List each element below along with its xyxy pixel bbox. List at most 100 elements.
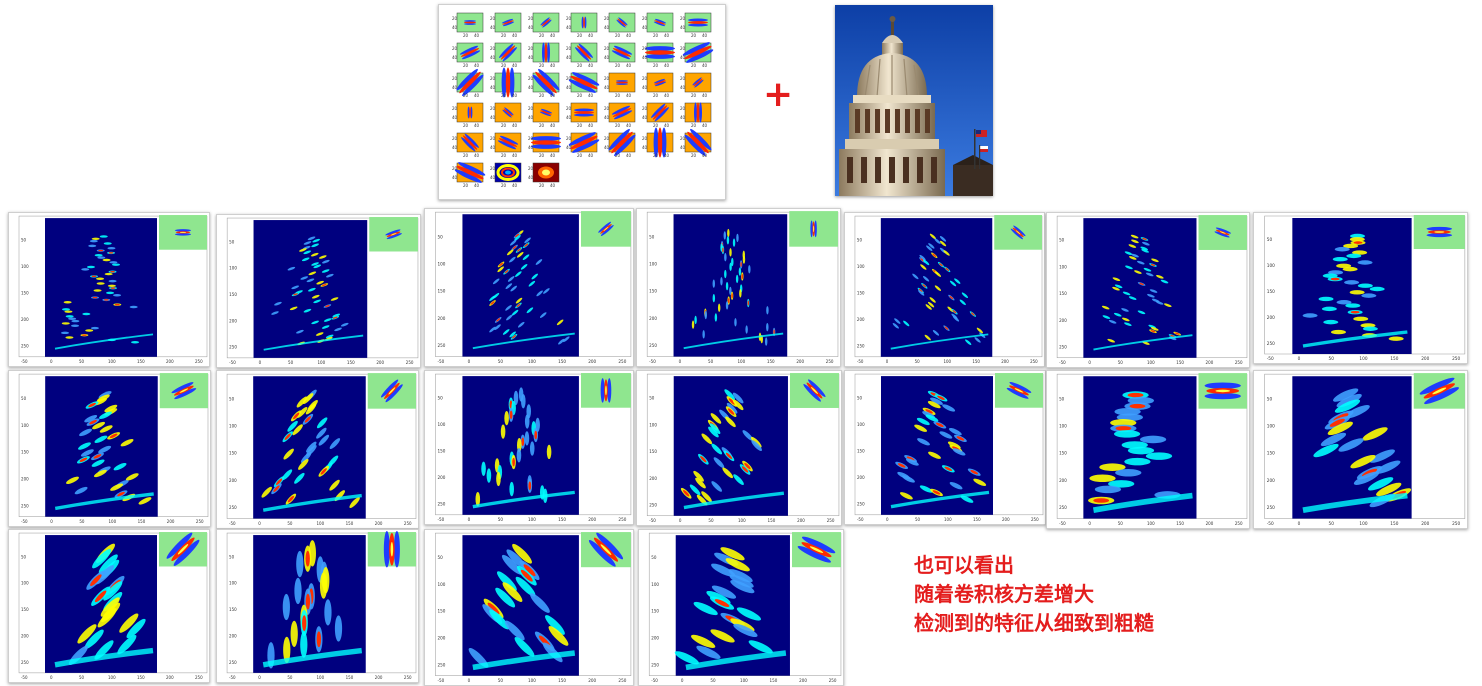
filter-x-tick: 20: [501, 153, 507, 158]
response-map-plot: -50 0 50 100 150 200 250 50 100 150 200 250: [226, 373, 417, 526]
x-tick-label: 250: [618, 359, 626, 364]
x-tick-label: 200: [1421, 356, 1430, 361]
y-tick-label: 250: [21, 660, 29, 665]
filter-y-tick: 40: [604, 145, 610, 150]
filter-y-tick: 20: [528, 166, 534, 171]
filter-x-tick: 40: [626, 93, 632, 98]
x-tick-label: 0: [50, 359, 53, 364]
filter-kernel-0-5: 20 40 20 40: [642, 12, 674, 38]
filter-kernel-0-3: 20 40 20 40: [566, 12, 598, 38]
filter-x-tick: 20: [615, 93, 621, 98]
filter-y-tick: 20: [452, 76, 458, 81]
x-tick-label: 0: [886, 517, 889, 522]
y-tick-label: 100: [1267, 424, 1275, 429]
x-tick-label: 50: [710, 678, 716, 683]
x-tick-label: -50: [229, 521, 236, 526]
x-tick-label: -50: [437, 517, 444, 522]
filter-y-tick: 20: [490, 136, 496, 141]
x-tick-label: 100: [317, 360, 325, 365]
filter-x-tick: 20: [577, 93, 583, 98]
x-tick-label: -50: [649, 518, 656, 523]
response-map-plot: -50 0 50 100 150 200 250 50 100 150 200 250: [1264, 373, 1466, 526]
filter-y-tick: 40: [680, 115, 686, 120]
x-tick-label: 0: [679, 518, 682, 523]
x-tick-label: -50: [229, 675, 236, 680]
filter-y-tick: 40: [566, 85, 572, 90]
filter-kernel-3-2: 20 40 20 40: [528, 102, 560, 128]
response-map-plot: -50 0 50 100 150 200 250 50 100 150 200 250: [18, 532, 208, 680]
filter-x-tick: 40: [626, 153, 632, 158]
x-tick-label: 50: [708, 359, 714, 364]
filter-y-tick: 20: [642, 76, 648, 81]
filter-x-tick: 40: [550, 33, 556, 38]
y-tick-label: 100: [649, 261, 657, 266]
y-tick-label: 250: [1059, 344, 1067, 349]
filter-x-tick: 20: [691, 63, 697, 68]
y-tick-label: 200: [229, 633, 237, 638]
filter-y-tick: 40: [490, 175, 496, 180]
x-tick-label: 50: [79, 519, 85, 524]
y-tick-label: 250: [649, 343, 657, 348]
filter-x-tick: 40: [588, 63, 594, 68]
filter-x-tick: 40: [702, 123, 708, 128]
kernel-inset: [1198, 215, 1247, 250]
x-tick-label: 200: [1001, 359, 1009, 364]
x-tick-label: 0: [258, 675, 261, 680]
filter-y-tick: 20: [566, 106, 572, 111]
x-tick-label: 150: [347, 360, 355, 365]
x-tick-label: 100: [737, 359, 745, 364]
y-tick-label: 150: [21, 607, 29, 612]
response-map-plot: -50 0 50 100 150 200 250 50 100 150 200 250: [646, 211, 839, 364]
y-tick-label: 200: [1267, 478, 1275, 483]
response-map-plot: -50 0 50 100 150 200 250 50 100 150 200 250: [18, 215, 208, 364]
filter-kernel-4-6: 20 40 20 40: [680, 128, 712, 158]
filter-x-tick: 20: [577, 33, 583, 38]
filter-kernel-4-2: 20 40 20 40: [528, 132, 561, 158]
y-tick-label: 50: [437, 396, 443, 401]
filter-y-tick: 40: [642, 25, 648, 30]
y-tick-label: 150: [437, 609, 445, 614]
x-tick-label: 250: [195, 359, 203, 364]
filter-x-tick: 20: [691, 93, 697, 98]
y-tick-label: 100: [437, 582, 445, 587]
filter-x-tick: 20: [463, 93, 469, 98]
filter-x-tick: 40: [550, 63, 556, 68]
filter-y-tick: 40: [528, 55, 534, 60]
filter-y-tick: 40: [452, 145, 458, 150]
response-map-2: -50 0 50 100 150 200 250 50 100 150 200 250: [216, 214, 421, 368]
filter-kernel-3-6: 20 40 20 40: [680, 102, 712, 128]
y-tick-label: 50: [857, 396, 863, 401]
filter-x-tick: 20: [539, 123, 545, 128]
y-tick-label: 200: [229, 478, 237, 483]
plus-operator: +: [763, 74, 794, 115]
filter-y-tick: 20: [566, 136, 572, 141]
filter-x-tick: 40: [512, 153, 518, 158]
x-tick-label: -50: [229, 360, 236, 365]
x-tick-label: 250: [1031, 517, 1039, 522]
y-tick-label: 150: [649, 289, 657, 294]
x-tick-label: 100: [108, 359, 116, 364]
x-tick-label: 50: [1118, 360, 1124, 365]
y-tick-label: 100: [437, 262, 445, 267]
filter-x-tick: 40: [664, 63, 670, 68]
filter-y-tick: 20: [528, 136, 534, 141]
response-map-4: -50 0 50 100 150 200 250 50 100 150 200 250: [636, 208, 841, 367]
filter-x-tick: 20: [539, 183, 545, 188]
kernel-inset: [995, 373, 1043, 408]
filter-x-tick: 40: [550, 183, 556, 188]
y-tick-label: 100: [651, 582, 659, 587]
x-tick-label: 100: [316, 521, 324, 526]
y-tick-label: 250: [649, 503, 657, 508]
filter-x-tick: 40: [588, 123, 594, 128]
filter-x-tick: 20: [653, 93, 659, 98]
filter-x-tick: 20: [463, 63, 469, 68]
filter-y-tick: 20: [680, 76, 686, 81]
filter-y-tick: 40: [528, 115, 534, 120]
response-map-1: -50 0 50 100 150 200 250 50 100 150 200 250: [8, 212, 210, 367]
x-tick-label: -50: [437, 359, 444, 364]
filter-kernel-0-0: 20 40 20 40: [452, 12, 484, 38]
filter-x-tick: 40: [702, 63, 708, 68]
response-map-plot: -50 0 50 100 150 200 250 50 100 150 200 250: [1264, 215, 1466, 361]
response-map-17: -50 0 50 100 150 200 250 50 100 150 200 250: [424, 529, 634, 686]
y-tick-label: 250: [437, 343, 445, 348]
